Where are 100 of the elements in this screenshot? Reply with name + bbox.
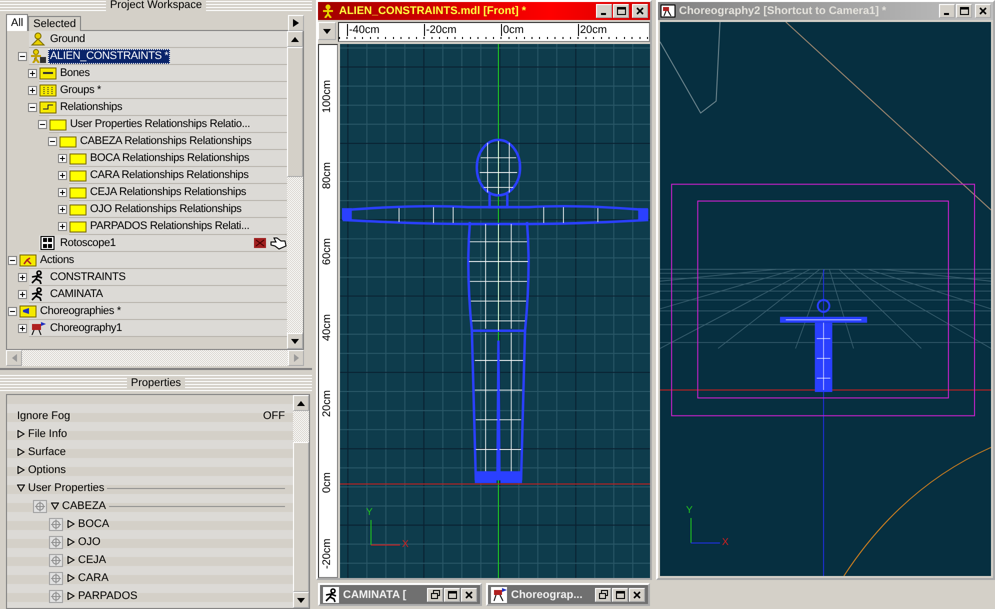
ruler-label: 60cm	[321, 238, 333, 265]
collapse-icon[interactable]	[48, 137, 57, 146]
ruler-label: 100cm	[321, 80, 333, 113]
folder-icon	[59, 134, 77, 148]
expand-icon[interactable]	[18, 324, 27, 333]
ruler-label: 20cm	[578, 24, 607, 36]
scroll-up-icon[interactable]	[291, 36, 299, 42]
expand-icon[interactable]	[58, 154, 67, 163]
folder-icon	[69, 202, 87, 216]
triangle-right-icon[interactable]	[17, 448, 25, 456]
property-group-label[interactable]: CARA	[78, 572, 109, 584]
property-group-label[interactable]: OJO	[78, 536, 101, 548]
axis-label: X	[722, 538, 729, 548]
window-title-bar[interactable]: ALIEN_CONSTRAINTS.mdl [Front] *	[318, 2, 650, 20]
triangle-right-icon[interactable]	[17, 430, 25, 438]
panel-title: Project Workspace	[106, 0, 206, 11]
window-title: Choreograp...	[511, 588, 583, 600]
triangle-right-icon[interactable]	[67, 520, 75, 528]
scroll-down-icon[interactable]	[297, 598, 305, 602]
expand-icon[interactable]	[28, 86, 37, 95]
hand-icon[interactable]	[269, 236, 287, 250]
panel-title: Properties	[126, 378, 186, 388]
scroll-right-icon[interactable]	[293, 19, 299, 27]
property-group-label[interactable]: Surface	[28, 446, 66, 458]
axis-label: Y	[366, 508, 373, 518]
triangle-right-icon[interactable]	[67, 538, 75, 546]
axis-label: X	[402, 540, 409, 550]
maximize-icon[interactable]	[616, 590, 624, 598]
triangle-right-icon[interactable]	[17, 466, 25, 474]
close-icon[interactable]	[633, 590, 641, 598]
folder-icon	[49, 117, 67, 131]
property-group-label[interactable]: CABEZA	[62, 500, 106, 512]
property-group-label[interactable]: CEJA	[78, 554, 106, 566]
maximize-icon[interactable]	[616, 7, 626, 15]
scroll-up-icon[interactable]	[297, 400, 305, 406]
property-group-label[interactable]: User Properties	[28, 482, 104, 494]
restore-icon[interactable]	[598, 590, 608, 599]
collapse-icon[interactable]	[38, 120, 47, 129]
scroll-down-icon[interactable]	[291, 338, 299, 344]
axis-icon	[690, 518, 720, 544]
expand-icon[interactable]	[58, 222, 67, 231]
ruler-label: -40cm	[347, 24, 380, 36]
close-icon[interactable]	[465, 590, 473, 598]
expand-icon[interactable]	[58, 188, 67, 197]
window-title: ALIEN_CONSTRAINTS.mdl [Front] *	[339, 5, 526, 17]
close-icon[interactable]	[979, 7, 987, 15]
bone-icon	[39, 66, 57, 80]
minimized-window[interactable]: CAMINATA [	[318, 583, 482, 606]
collapse-icon[interactable]	[18, 52, 27, 61]
restore-icon[interactable]	[430, 590, 440, 599]
ruler-label: 80cm	[321, 162, 333, 189]
maximize-icon[interactable]	[448, 590, 456, 598]
scrollbar-thumb[interactable]	[287, 47, 303, 177]
tree-item[interactable]: Actions	[38, 252, 76, 268]
scrollbar-thumb[interactable]	[293, 442, 309, 592]
triangle-down-icon[interactable]	[17, 484, 25, 492]
expand-icon[interactable]	[18, 273, 27, 282]
tab[interactable]: Selected	[28, 16, 82, 31]
ruler-label: 0cm	[321, 472, 333, 493]
caret-icon[interactable]	[323, 28, 331, 34]
expand-icon[interactable]	[58, 171, 67, 180]
axis-label: Y	[686, 506, 693, 516]
tab[interactable]: All	[6, 14, 28, 31]
folder-icon	[69, 219, 87, 233]
window-title: Choreography2 [Shortcut to Camera1] *	[679, 5, 886, 17]
triangle-right-icon[interactable]	[67, 592, 75, 600]
relationship-icon	[39, 100, 57, 114]
tree-item[interactable]: ALIEN_CONSTRAINTS *	[48, 48, 170, 64]
ruler-label: 0cm	[501, 24, 524, 36]
grid-icon	[39, 236, 57, 250]
tree-item[interactable]: Ground	[48, 32, 87, 46]
camera-figure-icon	[29, 321, 47, 335]
tree-item[interactable]: CAMINATA	[48, 286, 105, 302]
expand-icon[interactable]	[58, 205, 67, 214]
expand-icon[interactable]	[18, 290, 27, 299]
folder-icon	[69, 185, 87, 199]
property-group-label[interactable]: PARPADOS	[78, 590, 138, 602]
collapse-icon[interactable]	[8, 256, 17, 265]
property-group-label[interactable]: BOCA	[78, 518, 110, 530]
property-value[interactable]: OFF	[263, 410, 285, 422]
running-figure-icon	[323, 586, 339, 602]
folder-icon	[69, 168, 87, 182]
expand-icon[interactable]	[28, 69, 37, 78]
property-group-label[interactable]: Options	[28, 464, 66, 476]
window-title: CAMINATA [	[343, 588, 406, 600]
triangle-right-icon[interactable]	[67, 556, 75, 564]
property-label: Ignore Fog	[17, 410, 72, 422]
triangle-right-icon[interactable]	[67, 574, 75, 582]
tree-item[interactable]: Bones	[58, 66, 92, 80]
film-icon[interactable]	[253, 237, 267, 249]
group-icon	[39, 83, 57, 97]
triangle-down-icon[interactable]	[51, 502, 59, 510]
collapse-icon[interactable]	[8, 307, 17, 316]
collapse-icon[interactable]	[28, 103, 37, 112]
tree-item[interactable]: Groups *	[58, 82, 104, 98]
ruler-label: 40cm	[321, 314, 333, 341]
property-group-label[interactable]: File Info	[28, 428, 68, 440]
maximize-icon[interactable]	[960, 7, 968, 15]
minimized-window[interactable]: Choreograp...	[486, 583, 650, 606]
close-icon[interactable]	[636, 7, 644, 15]
